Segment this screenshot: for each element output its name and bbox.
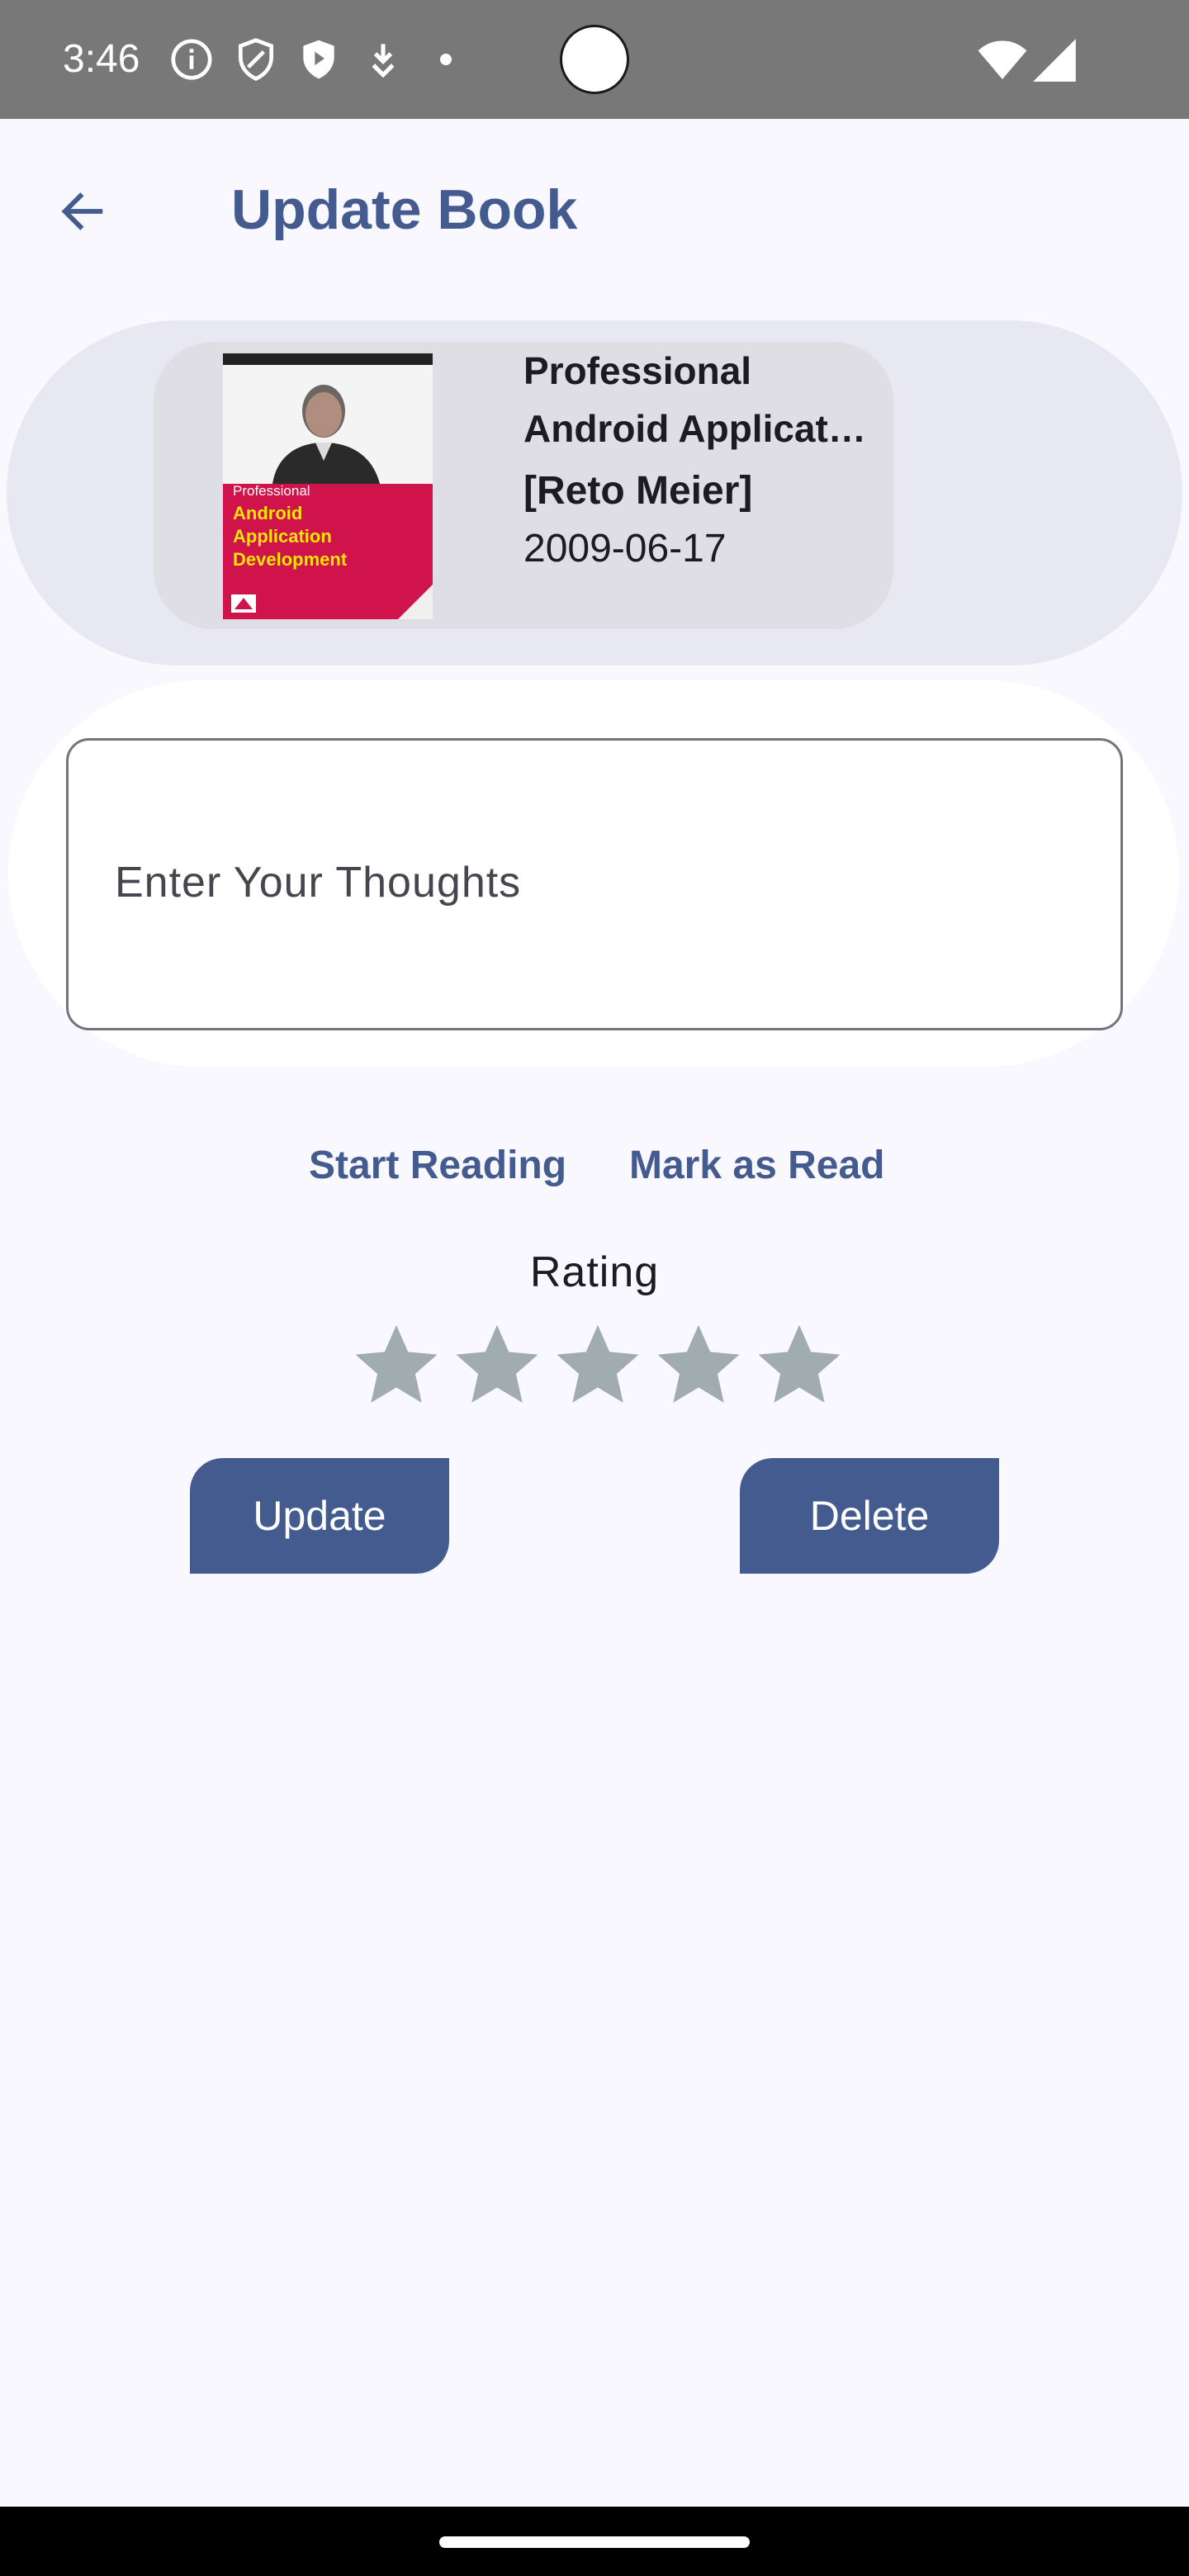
publisher-logo — [231, 585, 433, 619]
start-reading-button[interactable]: Start Reading — [309, 1126, 566, 1205]
home-gesture-handle[interactable] — [439, 2536, 750, 2548]
navigation-bar — [0, 2507, 1189, 2576]
download-icon — [372, 44, 395, 78]
thoughts-placeholder: Enter Your Thoughts — [115, 859, 522, 907]
star-icon[interactable] — [552, 1319, 644, 1410]
book-cover-image: Professional Android Application Develop… — [223, 353, 433, 619]
arrow-back-icon — [61, 192, 103, 230]
play-protect-icon — [303, 40, 334, 79]
cover-series: Professional — [233, 483, 310, 499]
book-published-date: 2009-06-17 — [523, 527, 727, 571]
star-icon[interactable] — [350, 1319, 443, 1410]
status-time: 3:46 — [63, 37, 140, 81]
cover-title-line: Development — [233, 549, 348, 570]
update-book-screen: 3:46 Update Book Professional Android Ap… — [0, 0, 1189, 2576]
rating-label: Rating — [529, 1248, 660, 1296]
book-title-line: Professional — [523, 349, 752, 392]
cover-title: Android Application Development — [233, 502, 347, 571]
signal-icon — [1033, 39, 1076, 82]
back-button[interactable] — [40, 168, 126, 254]
wifi-icon — [978, 40, 1027, 79]
book-title: Professional Android Applicat… — [523, 342, 870, 457]
dot-icon — [440, 54, 452, 65]
cover-title-line: Android — [233, 503, 303, 523]
star-icon[interactable] — [753, 1319, 846, 1410]
delete-button[interactable]: Delete — [740, 1458, 999, 1574]
info-icon — [171, 39, 212, 80]
update-button[interactable]: Update — [190, 1458, 449, 1574]
book-author: [Reto Meier] — [523, 469, 753, 513]
app-bar: Update Book — [0, 119, 1189, 304]
rating-stars — [350, 1319, 846, 1410]
mark-as-read-button[interactable]: Mark as Read — [629, 1126, 885, 1205]
star-icon[interactable] — [451, 1319, 543, 1410]
book-title-line: Android Applicat… — [523, 407, 866, 450]
star-icon[interactable] — [652, 1319, 745, 1410]
camera-cutout — [560, 25, 629, 94]
status-bar: 3:46 — [0, 0, 1189, 119]
page-title: Update Book — [231, 178, 578, 241]
cover-title-line: Application — [233, 526, 332, 547]
thoughts-input[interactable]: Enter Your Thoughts — [66, 738, 1123, 1030]
shield-icon — [239, 38, 273, 81]
